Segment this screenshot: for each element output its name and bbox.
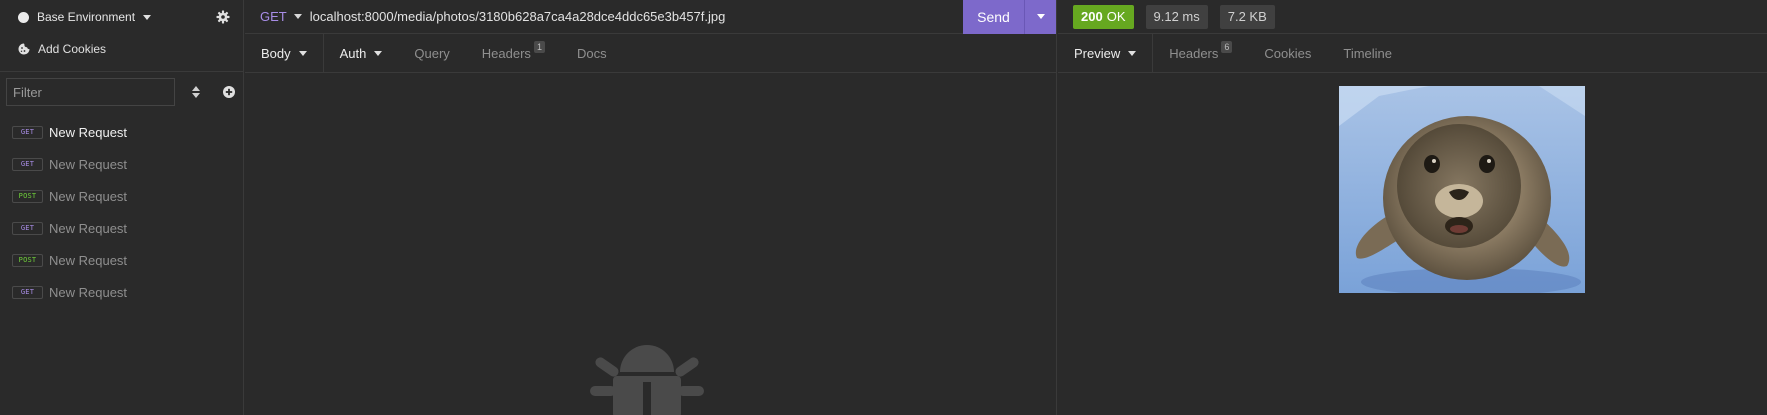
tab-body[interactable]: Body (245, 34, 324, 72)
tab-cookies[interactable]: Cookies (1248, 34, 1327, 72)
status-text: OK (1106, 9, 1126, 24)
chevron-down-icon (374, 50, 383, 56)
method-tag: POST (12, 189, 43, 203)
tab-auth-label: Auth (339, 45, 367, 61)
response-size: 7.2 KB (1219, 4, 1275, 29)
seal-image (1339, 86, 1585, 293)
tab-docs-label: Docs (576, 45, 607, 61)
gear-icon[interactable] (215, 9, 231, 25)
status-code: 200 (1081, 9, 1103, 24)
headers-count-badge: 1 (533, 41, 545, 53)
response-headers-count-badge: 6 (1221, 41, 1233, 53)
url-bar: GET Send (245, 0, 1056, 34)
chevron-down-icon (293, 14, 302, 19)
url-input[interactable] (309, 1, 963, 32)
chevron-down-icon (1128, 50, 1137, 56)
response-pane: 200 OK 9.12 ms 7.2 KB Preview Headers 6 … (1058, 0, 1767, 415)
sidebar-request-item[interactable]: GET New Request (0, 276, 243, 308)
tab-response-headers[interactable]: Headers 6 (1153, 34, 1248, 72)
method-tag: GET (12, 157, 43, 171)
plus-circle-icon[interactable] (223, 84, 235, 100)
request-pane: GET Send Body Auth Query Headers 1 Docs (245, 0, 1057, 415)
tab-headers-label: Headers (481, 45, 531, 61)
environment-row: Base Environment (0, 0, 243, 34)
method-tag: GET (12, 125, 43, 139)
tab-preview-label: Preview (1074, 45, 1121, 61)
response-time: 9.12 ms (1145, 4, 1208, 29)
request-name: New Request (49, 124, 128, 140)
tab-query[interactable]: Query (398, 34, 465, 72)
environment-selector[interactable]: Base Environment (18, 10, 152, 24)
request-name: New Request (49, 284, 128, 300)
request-name: New Request (49, 188, 128, 204)
response-tabs: Preview Headers 6 Cookies Timeline (1058, 34, 1767, 73)
request-name: New Request (49, 156, 128, 172)
method-tag: GET (12, 285, 43, 299)
method-tag: POST (12, 253, 43, 267)
tab-auth[interactable]: Auth (324, 34, 399, 72)
cookie-icon (18, 43, 30, 55)
sidebar-request-item[interactable]: POST New Request (0, 180, 243, 212)
bug-icon (590, 338, 704, 415)
chevron-down-icon (143, 14, 152, 20)
method-dropdown[interactable]: GET (245, 9, 302, 24)
send-button[interactable]: Send (963, 0, 1024, 34)
filter-input[interactable] (6, 78, 175, 106)
circle-icon (18, 11, 29, 23)
sidebar-request-item[interactable]: GET New Request (0, 212, 243, 244)
tab-timeline[interactable]: Timeline (1327, 34, 1408, 72)
sidebar-request-item[interactable]: GET New Request (0, 116, 243, 148)
sidebar-request-item[interactable]: GET New Request (0, 148, 243, 180)
filter-row (0, 72, 243, 112)
response-status-bar: 200 OK 9.12 ms 7.2 KB (1058, 0, 1767, 34)
chevron-down-icon (1036, 14, 1045, 19)
method-tag: GET (12, 221, 43, 235)
tab-preview[interactable]: Preview (1058, 34, 1154, 72)
status-badge: 200 OK (1073, 4, 1134, 29)
tab-query-label: Query (414, 45, 450, 61)
tab-docs[interactable]: Docs (561, 34, 623, 72)
tab-timeline-label: Timeline (1343, 45, 1393, 61)
request-list: GET New Request GET New Request POST New Requ… (0, 116, 243, 308)
sidebar: Base Environment Add Cookies GET New Requ… (0, 0, 244, 415)
tab-cookies-label: Cookies (1264, 45, 1312, 61)
send-options-dropdown[interactable] (1024, 0, 1056, 34)
method-label: GET (260, 9, 287, 24)
chevron-down-icon (298, 50, 307, 56)
request-name: New Request (49, 220, 128, 236)
add-cookies-label: Add Cookies (38, 42, 107, 56)
tab-headers[interactable]: Headers 1 (466, 34, 561, 72)
sort-icon[interactable] (191, 84, 201, 100)
request-name: New Request (49, 252, 128, 268)
add-cookies-button[interactable]: Add Cookies (0, 34, 243, 64)
sidebar-request-item[interactable]: POST New Request (0, 244, 243, 276)
request-tabs: Body Auth Query Headers 1 Docs (245, 34, 1056, 73)
environment-label: Base Environment (37, 10, 136, 24)
tab-response-headers-label: Headers (1169, 45, 1219, 61)
tab-body-label: Body (261, 45, 291, 61)
